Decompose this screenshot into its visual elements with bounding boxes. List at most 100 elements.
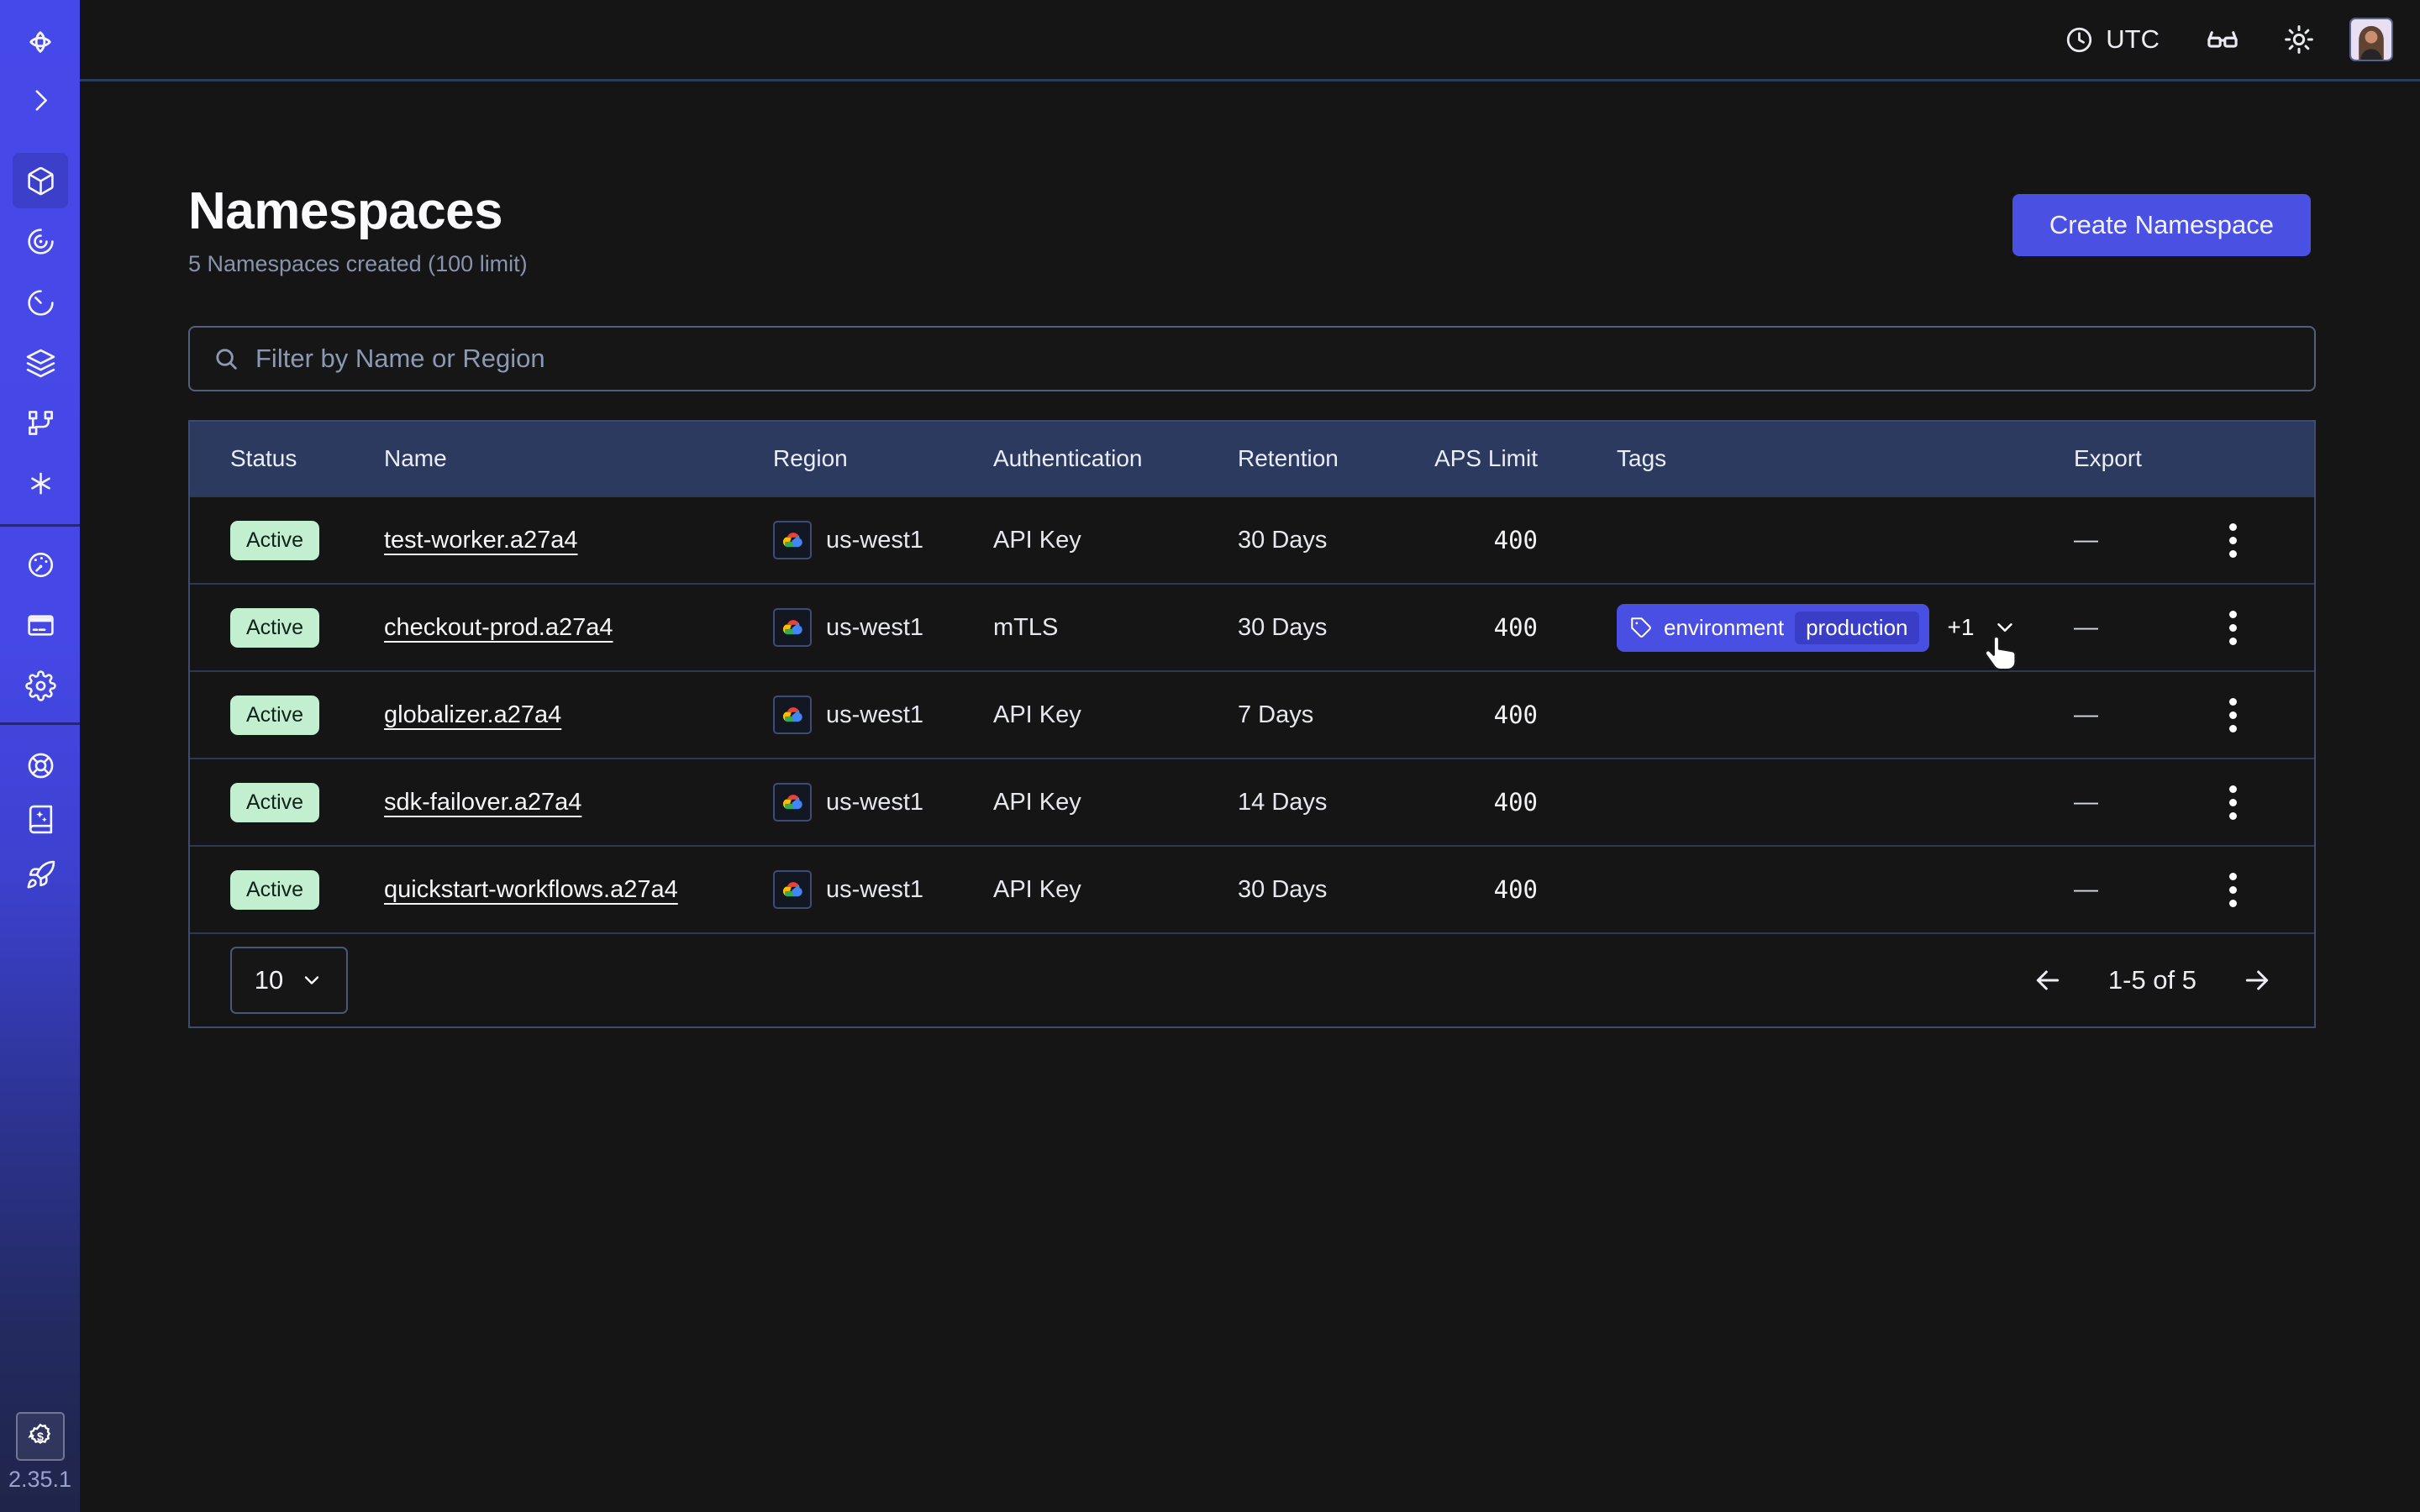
search-icon bbox=[212, 344, 240, 373]
col-name: Name bbox=[384, 445, 773, 472]
page-size-select[interactable]: 10 bbox=[230, 947, 348, 1014]
sidebar-item-usage[interactable] bbox=[13, 537, 68, 592]
region-label: us-west1 bbox=[826, 789, 923, 816]
main-content: Namespaces 5 Namespaces created (100 lim… bbox=[80, 84, 2420, 1512]
col-tags: Tags bbox=[1617, 445, 2074, 472]
table-row: Active quickstart-workflows.a27a4 us-wes… bbox=[190, 845, 2314, 932]
row-menu-button[interactable] bbox=[2223, 779, 2244, 827]
tag-icon bbox=[1630, 617, 1653, 639]
table-row: Active test-worker.a27a4 us-west1 API Ke… bbox=[190, 496, 2314, 583]
app-version: 2.35.1 bbox=[0, 1467, 80, 1493]
retention-value: 30 Days bbox=[1238, 527, 1427, 554]
sidebar-item-batch-operations[interactable] bbox=[13, 455, 68, 511]
auth-value: API Key bbox=[993, 876, 1238, 904]
namespace-link[interactable]: checkout-prod.a27a4 bbox=[384, 614, 613, 641]
sidebar-item-settings[interactable] bbox=[13, 658, 68, 713]
theme-toggle[interactable] bbox=[2282, 23, 2316, 56]
filter-input[interactable] bbox=[255, 344, 2292, 374]
cube-icon bbox=[25, 165, 56, 197]
row-menu-button[interactable] bbox=[2223, 866, 2244, 914]
tag-value: production bbox=[1795, 612, 1918, 644]
timer-icon bbox=[25, 287, 56, 318]
gear-icon bbox=[25, 670, 56, 701]
auth-value: mTLS bbox=[993, 614, 1238, 642]
gauge-icon bbox=[25, 549, 56, 580]
filter-bar[interactable] bbox=[188, 326, 2316, 391]
sidebar-item-nexus[interactable] bbox=[13, 395, 68, 450]
col-aps-limit: APS Limit bbox=[1427, 445, 1617, 472]
branch-icon bbox=[25, 407, 56, 438]
rocket-icon bbox=[25, 859, 56, 890]
row-menu-button[interactable] bbox=[2223, 691, 2244, 739]
sidebar-item-getting-started[interactable] bbox=[13, 847, 68, 902]
dollar-seal-icon: $ bbox=[25, 1421, 55, 1452]
col-retention: Retention bbox=[1238, 445, 1427, 472]
auth-value: API Key bbox=[993, 527, 1238, 554]
plan-badge-button[interactable]: $ bbox=[16, 1412, 65, 1461]
sun-icon bbox=[2282, 23, 2316, 56]
sidebar-divider bbox=[0, 722, 80, 725]
col-authentication: Authentication bbox=[993, 445, 1238, 472]
table-pagination: 10 1-5 of 5 bbox=[190, 932, 2314, 1026]
aps-value: 400 bbox=[1427, 613, 1617, 642]
svg-text:$: $ bbox=[37, 1431, 44, 1444]
layers-icon bbox=[25, 348, 56, 379]
status-badge: Active bbox=[230, 783, 319, 822]
sidebar-divider bbox=[0, 524, 80, 527]
retention-value: 30 Days bbox=[1238, 876, 1427, 904]
glasses-icon bbox=[2205, 22, 2240, 57]
sidebar-item-billing[interactable] bbox=[13, 597, 68, 653]
gcp-region-icon bbox=[773, 696, 812, 734]
labs-toggle[interactable] bbox=[2205, 22, 2240, 57]
region-label: us-west1 bbox=[826, 614, 923, 642]
sidebar-item-docs[interactable] bbox=[13, 791, 68, 847]
pagination-range: 1-5 of 5 bbox=[2108, 965, 2196, 995]
gcp-region-icon bbox=[773, 521, 812, 559]
namespace-link[interactable]: test-worker.a27a4 bbox=[384, 527, 578, 554]
tags-more-count[interactable]: +1 bbox=[1948, 614, 1975, 641]
timezone-selector[interactable]: UTC bbox=[2064, 24, 2160, 55]
export-value: — bbox=[2074, 614, 2191, 642]
aps-value: 400 bbox=[1427, 526, 1617, 554]
status-badge: Active bbox=[230, 521, 319, 560]
export-value: — bbox=[2074, 527, 2191, 554]
status-badge: Active bbox=[230, 608, 319, 648]
retention-value: 7 Days bbox=[1238, 701, 1427, 729]
namespaces-table: Status Name Region Authentication Retent… bbox=[188, 420, 2316, 1028]
sidebar-item-deployments[interactable] bbox=[13, 335, 68, 391]
temporal-logo-icon[interactable] bbox=[13, 14, 68, 70]
table-header: Status Name Region Authentication Retent… bbox=[190, 422, 2314, 496]
table-row: Active sdk-failover.a27a4 us-west1 API K… bbox=[190, 758, 2314, 845]
sidebar-item-namespaces[interactable] bbox=[13, 153, 68, 208]
topbar: UTC bbox=[80, 0, 2420, 81]
book-sparkles-icon bbox=[25, 804, 56, 835]
namespace-link[interactable]: sdk-failover.a27a4 bbox=[384, 789, 581, 816]
tag-badge[interactable]: environment production bbox=[1617, 604, 1929, 652]
life-ring-icon bbox=[25, 750, 56, 781]
sidebar-item-schedules[interactable] bbox=[13, 275, 68, 330]
gcp-region-icon bbox=[773, 870, 812, 909]
row-menu-button[interactable] bbox=[2223, 604, 2244, 652]
namespace-link[interactable]: globalizer.a27a4 bbox=[384, 701, 561, 728]
create-namespace-button[interactable]: Create Namespace bbox=[2012, 194, 2311, 256]
sidebar-item-workflows[interactable] bbox=[13, 213, 68, 269]
sidebar-item-support[interactable] bbox=[13, 738, 68, 793]
aps-value: 400 bbox=[1427, 701, 1617, 729]
table-row: Active checkout-prod.a27a4 us-west1 mTLS… bbox=[190, 583, 2314, 670]
namespace-link[interactable]: quickstart-workflows.a27a4 bbox=[384, 876, 678, 903]
sidebar-expand-chevron-icon[interactable] bbox=[13, 72, 68, 128]
chevron-down-icon[interactable] bbox=[1992, 615, 2018, 640]
aps-value: 400 bbox=[1427, 788, 1617, 816]
page-subtitle: 5 Namespaces created (100 limit) bbox=[188, 251, 2316, 277]
row-menu-button[interactable] bbox=[2223, 517, 2244, 564]
page-size-value: 10 bbox=[255, 965, 283, 995]
chevron-down-icon bbox=[300, 969, 324, 992]
tag-key: environment bbox=[1664, 615, 1784, 641]
user-avatar[interactable] bbox=[2349, 18, 2393, 61]
table-row: Active globalizer.a27a4 us-west1 API Key… bbox=[190, 670, 2314, 758]
spiral-icon bbox=[25, 226, 56, 257]
export-value: — bbox=[2074, 876, 2191, 904]
col-region: Region bbox=[773, 445, 993, 472]
next-page-arrow-icon[interactable] bbox=[2240, 963, 2274, 997]
prev-page-arrow-icon[interactable] bbox=[2031, 963, 2065, 997]
